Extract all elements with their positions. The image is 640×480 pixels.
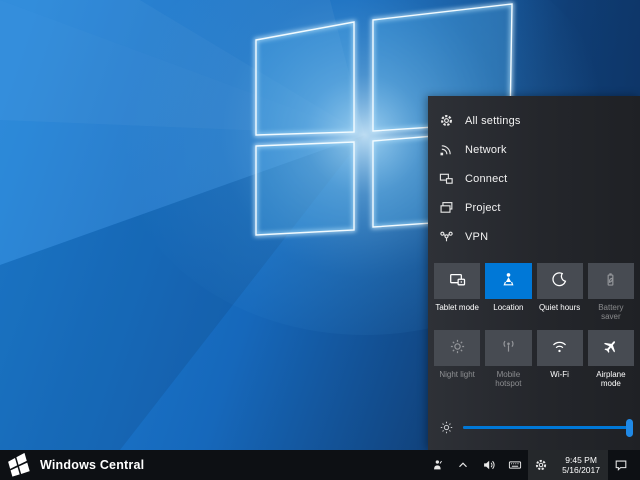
taskbar-brand-label: Windows Central bbox=[40, 458, 144, 472]
tile-label: Night light bbox=[439, 370, 475, 388]
people-icon[interactable] bbox=[424, 450, 450, 480]
tile-label: Wi-Fi bbox=[550, 370, 569, 388]
network-icon bbox=[439, 142, 454, 157]
tile-wrap-location: Location bbox=[485, 263, 531, 321]
wifi-icon bbox=[551, 338, 568, 358]
tile-wifi[interactable] bbox=[537, 330, 583, 366]
volume-icon[interactable] bbox=[476, 450, 502, 480]
taskbar-brand[interactable]: Windows Central bbox=[0, 450, 144, 480]
tile-label: Airplane mode bbox=[588, 370, 634, 388]
brightness-slider[interactable] bbox=[463, 426, 630, 429]
connect-icon bbox=[439, 171, 454, 186]
tile-wrap-battery-saver: Battery saver bbox=[588, 263, 634, 321]
clock-date: 5/16/2017 bbox=[562, 465, 600, 475]
tile-location[interactable] bbox=[485, 263, 531, 299]
tile-tablet-mode[interactable] bbox=[434, 263, 480, 299]
quick-link-label: Project bbox=[465, 202, 501, 214]
vpn-icon bbox=[439, 229, 454, 244]
taskbar-clock[interactable]: 9:45 PM 5/16/2017 bbox=[554, 450, 608, 480]
battery-saver-icon bbox=[602, 271, 619, 291]
tile-battery-saver[interactable] bbox=[588, 263, 634, 299]
tile-night-light[interactable] bbox=[434, 330, 480, 366]
action-center-icon[interactable] bbox=[608, 450, 634, 480]
touch-keyboard-icon[interactable] bbox=[502, 450, 528, 480]
clock-time: 9:45 PM bbox=[565, 455, 597, 465]
brightness-slider-thumb[interactable] bbox=[626, 419, 633, 437]
brightness-row bbox=[428, 420, 640, 450]
tile-mobile-hotspot[interactable] bbox=[485, 330, 531, 366]
tile-wrap-mobile-hotspot: Mobile hotspot bbox=[485, 330, 531, 388]
tile-wrap-airplane-mode: Airplane mode bbox=[588, 330, 634, 388]
quick-link-label: Network bbox=[465, 144, 507, 156]
quick-links: All settings Network bbox=[428, 96, 640, 253]
desktop-screen: All settings Network bbox=[0, 0, 640, 480]
night-light-icon bbox=[449, 338, 466, 358]
settings-gear-icon bbox=[439, 113, 454, 128]
mobile-hotspot-icon bbox=[500, 338, 517, 358]
airplane-mode-icon bbox=[602, 338, 619, 358]
brightness-icon bbox=[439, 420, 454, 435]
taskbar: Windows Central bbox=[0, 450, 640, 480]
tile-wrap-quiet-hours: Quiet hours bbox=[537, 263, 583, 321]
quick-link-network[interactable]: Network bbox=[428, 135, 640, 164]
tablet-mode-icon bbox=[449, 271, 466, 291]
quick-link-label: VPN bbox=[465, 231, 488, 243]
tile-wrap-night-light: Night light bbox=[434, 330, 480, 388]
tile-label: Tablet mode bbox=[435, 303, 479, 321]
tile-label: Mobile hotspot bbox=[485, 370, 531, 388]
tile-airplane-mode[interactable] bbox=[588, 330, 634, 366]
project-icon bbox=[439, 200, 454, 215]
action-center-panel: All settings Network bbox=[428, 96, 640, 450]
quick-link-project[interactable]: Project bbox=[428, 193, 640, 222]
system-tray: 9:45 PM 5/16/2017 bbox=[424, 450, 640, 480]
quick-link-connect[interactable]: Connect bbox=[428, 164, 640, 193]
tile-label: Battery saver bbox=[588, 303, 634, 321]
quick-link-vpn[interactable]: VPN bbox=[428, 222, 640, 251]
windows-central-logo bbox=[7, 453, 32, 478]
tile-wrap-wifi: Wi-Fi bbox=[537, 330, 583, 388]
tile-wrap-tablet-mode: Tablet mode bbox=[434, 263, 480, 321]
quick-link-all-settings[interactable]: All settings bbox=[428, 106, 640, 135]
quiet-hours-icon bbox=[551, 271, 568, 291]
tile-quiet-hours[interactable] bbox=[537, 263, 583, 299]
quick-link-label: All settings bbox=[465, 115, 521, 127]
chevron-up-icon[interactable] bbox=[450, 450, 476, 480]
tile-label: Quiet hours bbox=[539, 303, 580, 321]
tile-label: Location bbox=[493, 303, 523, 321]
quick-link-label: Connect bbox=[465, 173, 507, 185]
quick-action-tiles: Tablet mode Location bbox=[428, 253, 640, 388]
location-icon bbox=[500, 271, 517, 291]
settings-gear-icon[interactable] bbox=[528, 450, 554, 480]
show-desktop-edge[interactable] bbox=[634, 450, 640, 480]
brightness-slider-fill bbox=[463, 426, 630, 429]
